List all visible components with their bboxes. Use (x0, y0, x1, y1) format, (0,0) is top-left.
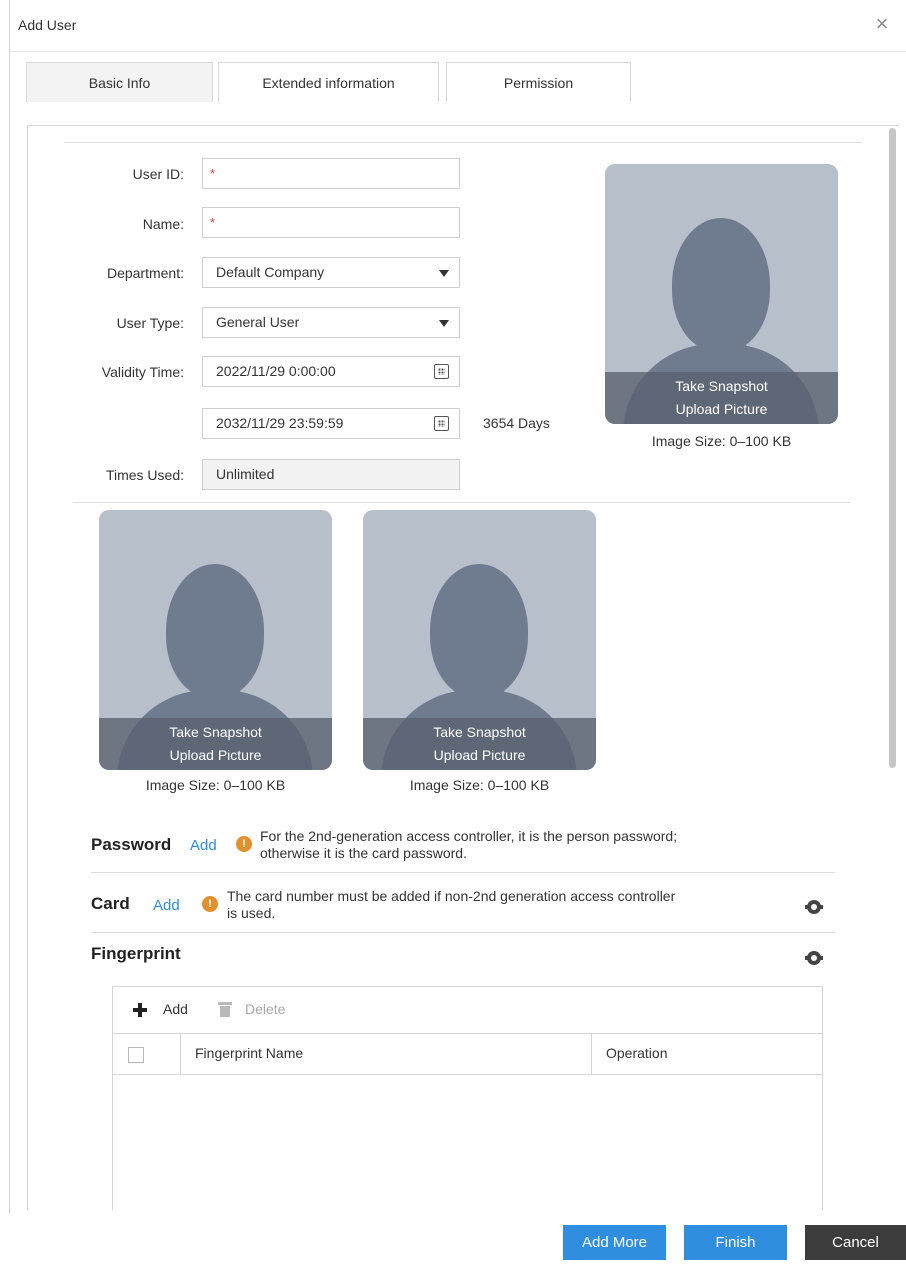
card-note-line1: The card number must be added if non-2nd… (227, 888, 676, 904)
required-marker: * (210, 166, 216, 181)
validity-start-value: 2022/11/29 0:00:00 (216, 363, 336, 379)
face-photo: Take Snapshot Upload Picture (605, 164, 838, 424)
face-photo: Take Snapshot Upload Picture (363, 510, 596, 770)
times-used-label: Times Used: (105, 467, 184, 483)
calendar-icon[interactable] (434, 416, 449, 431)
take-snapshot-button[interactable]: Take Snapshot (605, 378, 838, 394)
column-divider (180, 1034, 181, 1075)
scrollbar-thumb[interactable] (889, 128, 896, 768)
trash-icon (218, 1002, 232, 1017)
divider (73, 502, 850, 503)
delete-fingerprint-button: Delete (245, 1001, 286, 1017)
take-snapshot-button[interactable]: Take Snapshot (99, 724, 332, 740)
take-snapshot-button[interactable]: Take Snapshot (363, 724, 596, 740)
tab-extended-information[interactable]: Extended information (218, 62, 439, 102)
upload-picture-button[interactable]: Upload Picture (605, 401, 838, 417)
avatar-silhouette-head (166, 564, 264, 698)
add-password-link[interactable]: Add (190, 837, 217, 854)
add-more-button[interactable]: Add More (563, 1225, 666, 1260)
add-fingerprint-button[interactable]: Add (163, 1001, 188, 1017)
column-divider (591, 1034, 592, 1075)
dialog-titlebar: Add User × (10, 0, 906, 52)
photo-actions-overlay: Take Snapshot Upload Picture (605, 372, 838, 424)
add-user-dialog: Add User × Basic Info Extended informati… (9, 0, 906, 1269)
name-label: Name: (142, 216, 184, 232)
times-used-value: Unlimited (216, 466, 275, 482)
password-note-line2: otherwise it is the card password. (260, 845, 467, 861)
fingerprint-toolbar: Add Delete (113, 987, 822, 1034)
plus-icon[interactable] (133, 1003, 147, 1017)
user-type-value: General User (216, 314, 300, 330)
divider (64, 142, 862, 143)
chevron-down-icon (439, 320, 449, 327)
cancel-button[interactable]: Cancel (805, 1225, 906, 1260)
avatar-silhouette-head (430, 564, 528, 698)
add-card-link[interactable]: Add (153, 897, 180, 914)
column-header-operation: Operation (606, 1045, 668, 1061)
divider (91, 872, 835, 873)
face-photo: Take Snapshot Upload Picture (99, 510, 332, 770)
fingerprint-table: Add Delete Fingerprint Name Operation (112, 986, 823, 1210)
department-select[interactable]: Default Company (202, 257, 460, 288)
warning-icon: ! (236, 836, 252, 852)
calendar-icon[interactable] (434, 364, 449, 379)
user-id-label: User ID: (132, 166, 184, 182)
department-value: Default Company (216, 264, 325, 280)
user-id-input[interactable]: * (202, 158, 460, 189)
name-input[interactable]: * (202, 207, 460, 238)
chevron-down-icon (439, 270, 449, 277)
basic-info-panel: User ID: * Name: * Department: Default C… (27, 125, 898, 1210)
card-section-title: Card (91, 894, 130, 913)
password-section-title: Password (91, 835, 172, 854)
password-note-line1: For the 2nd-generation access controller… (260, 828, 678, 844)
dialog-footer: Add More Finish Cancel (0, 1214, 906, 1269)
validity-end-value: 2032/11/29 23:59:59 (216, 415, 344, 431)
user-type-label: User Type: (116, 315, 184, 331)
fingerprint-section-title: Fingerprint (91, 944, 181, 963)
divider (91, 932, 835, 933)
close-icon[interactable]: × (870, 12, 894, 36)
gear-icon[interactable] (805, 951, 823, 965)
times-used-input: Unlimited (202, 459, 460, 490)
dialog-title: Add User (18, 17, 77, 33)
select-all-checkbox[interactable] (128, 1047, 144, 1063)
image-size-note: Image Size: 0–100 KB (145, 777, 286, 793)
column-header-fingerprint-name: Fingerprint Name (195, 1045, 304, 1061)
finish-button[interactable]: Finish (684, 1225, 787, 1260)
validity-start-input[interactable]: 2022/11/29 0:00:00 (202, 356, 460, 387)
upload-picture-button[interactable]: Upload Picture (99, 747, 332, 763)
card-note-line2: is used. (227, 905, 276, 921)
photo-actions-overlay: Take Snapshot Upload Picture (363, 718, 596, 770)
avatar-silhouette-head (672, 218, 770, 352)
fingerprint-table-header: Fingerprint Name Operation (113, 1034, 822, 1075)
image-size-note: Image Size: 0–100 KB (409, 777, 550, 793)
tab-permission[interactable]: Permission (446, 62, 631, 102)
warning-icon: ! (202, 896, 218, 912)
image-size-note: Image Size: 0–100 KB (651, 433, 792, 449)
required-marker: * (210, 215, 216, 230)
validity-days: 3654 Days (483, 415, 550, 431)
user-type-select[interactable]: General User (202, 307, 460, 338)
validity-time-label: Validity Time: (101, 364, 184, 380)
upload-picture-button[interactable]: Upload Picture (363, 747, 596, 763)
photo-actions-overlay: Take Snapshot Upload Picture (99, 718, 332, 770)
validity-end-input[interactable]: 2032/11/29 23:59:59 (202, 408, 460, 439)
vertical-scrollbar[interactable] (888, 128, 896, 1208)
tab-basic-info[interactable]: Basic Info (26, 62, 213, 102)
gear-icon[interactable] (805, 900, 823, 914)
department-label: Department: (106, 265, 184, 281)
